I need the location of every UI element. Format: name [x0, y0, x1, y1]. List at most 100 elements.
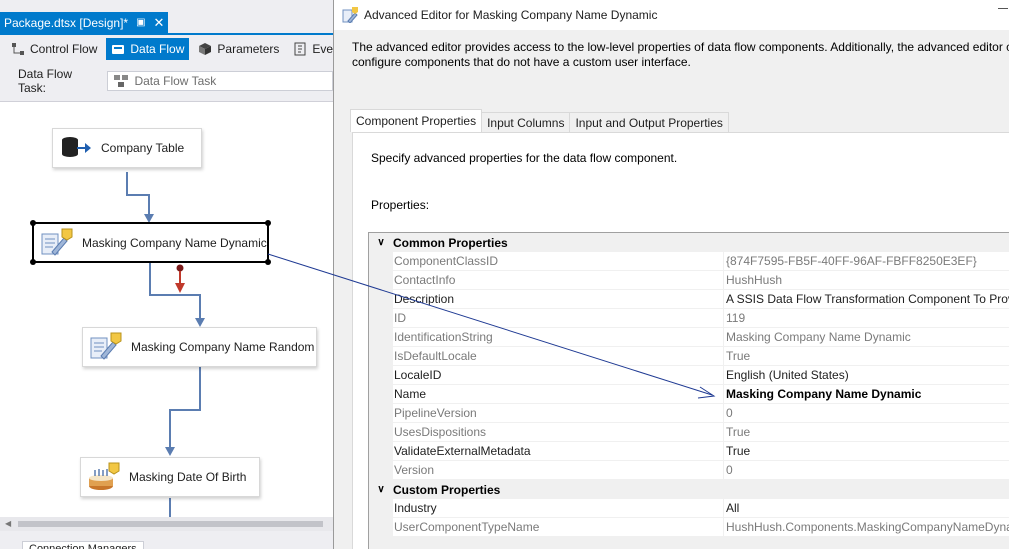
property-row-localeid[interactable]: LocaleID English (United States) — [369, 366, 1009, 385]
property-row-id[interactable]: ID 119 — [369, 309, 1009, 328]
birthday-cake-icon — [89, 462, 120, 490]
intro-line-1: The advanced editor provides access to t… — [352, 40, 1009, 54]
data-flow-task-label: Data Flow Task: — [18, 67, 73, 95]
close-icon[interactable]: ✕ — [154, 15, 165, 31]
scrollbar-thumb[interactable] — [18, 521, 323, 527]
property-row-identificationstring[interactable]: IdentificationString Masking Company Name… — [369, 328, 1009, 347]
property-row-contactinfo[interactable]: ContactInfo HushHush — [369, 271, 1009, 290]
category-custom-properties[interactable]: ∨ Custom Properties — [369, 480, 1009, 499]
document-tab[interactable]: Package.dtsx [Design]* ▣ ✕ — [0, 12, 168, 33]
property-name: UserComponentTypeName — [393, 518, 724, 537]
tab-label: Event — [312, 41, 333, 56]
data-flow-task-value: Data Flow Task — [134, 74, 217, 88]
category-label: Custom Properties — [393, 482, 501, 497]
node-label: Company Table — [101, 141, 185, 155]
property-value[interactable]: A SSIS Data Flow Transformation Componen… — [724, 290, 1009, 309]
tab-event-handlers[interactable]: Event — [288, 38, 333, 60]
horizontal-scrollbar[interactable]: ◀ — [0, 517, 333, 531]
property-row-pipelineversion[interactable]: PipelineVersion 0 — [369, 404, 1009, 423]
error-output-dot — [176, 264, 184, 272]
tab-label: Parameters — [217, 41, 280, 56]
property-name: Industry — [393, 499, 724, 518]
property-name: UsesDispositions — [393, 423, 724, 442]
node-masking-company-name-random[interactable]: Masking Company Name Random — [82, 327, 317, 367]
tab-control-flow[interactable]: Control Flow — [6, 38, 102, 60]
tab-description: Specify advanced properties for the data… — [371, 151, 678, 165]
dialog-title: Advanced Editor for Masking Company Name… — [364, 8, 658, 22]
property-name: ComponentClassID — [393, 252, 724, 271]
control-flow-icon — [12, 42, 24, 55]
tab-input-columns[interactable]: Input Columns — [481, 112, 571, 132]
selection-handle[interactable] — [265, 259, 271, 265]
property-value[interactable]: Masking Company Name Dynamic — [724, 385, 1009, 404]
source-database-icon — [62, 137, 91, 157]
node-masking-company-name-dynamic[interactable]: Masking Company Name Dynamic — [30, 220, 271, 265]
property-row-validateexternalmetadata[interactable]: ValidateExternalMetadata True — [369, 442, 1009, 461]
intro-line-2: configure components that do not have a … — [352, 55, 691, 69]
property-value[interactable]: True — [724, 347, 1009, 366]
property-row-industry[interactable]: Industry All — [369, 499, 1009, 518]
data-flow-task-icon — [114, 75, 129, 87]
design-canvas[interactable]: Company Table Masking Company Name Dynam… — [0, 101, 333, 518]
property-row-isdefaultlocale[interactable]: IsDefaultLocale True — [369, 347, 1009, 366]
script-component-icon — [342, 7, 358, 23]
data-flow-task-row: Data Flow Task: Data Flow Task — [0, 67, 333, 95]
collapse-chevron-icon[interactable]: ∨ — [369, 237, 393, 248]
property-name: LocaleID — [393, 366, 724, 385]
tab-data-flow[interactable]: Data Flow — [106, 37, 190, 60]
property-row-version[interactable]: Version 0 — [369, 461, 1009, 480]
property-row-usesdispositions[interactable]: UsesDispositions True — [369, 423, 1009, 442]
property-row-name[interactable]: Name Masking Company Name Dynamic — [369, 385, 1009, 404]
connection-managers-tab[interactable]: Connection Managers — [22, 541, 144, 549]
minimize-icon[interactable] — [998, 8, 1008, 9]
flow-path-1 — [126, 172, 150, 216]
scroll-left-icon[interactable]: ◀ — [5, 519, 11, 528]
property-grid[interactable]: ∨ Common Properties ComponentClassID {874… — [368, 232, 1009, 549]
property-name: ID — [393, 309, 724, 328]
document-tab-title: Package.dtsx [Design]* — [4, 15, 129, 30]
property-value[interactable]: 0 — [724, 461, 1009, 480]
advanced-editor-dialog: Advanced Editor for Masking Company Name… — [333, 0, 1009, 549]
property-value[interactable]: HushHush.Components.MaskingCompanyNameDy… — [724, 518, 1009, 537]
flow-path-3 — [169, 367, 201, 448]
node-company-table[interactable]: Company Table — [52, 128, 202, 168]
property-value[interactable]: Masking Company Name Dynamic — [724, 328, 1009, 347]
category-common-properties[interactable]: ∨ Common Properties — [369, 233, 1009, 252]
property-name: ContactInfo — [393, 271, 724, 290]
tab-parameters[interactable]: Parameters — [193, 38, 284, 60]
property-value[interactable]: {874F7595-FB5F-40FF-96AF-FBFF8250E3EF} — [724, 252, 1009, 271]
dialog-titlebar: Advanced Editor for Masking Company Name… — [334, 0, 1009, 30]
data-flow-task-select[interactable]: Data Flow Task — [107, 71, 333, 91]
property-value[interactable]: True — [724, 423, 1009, 442]
tab-input-output-properties[interactable]: Input and Output Properties — [569, 112, 729, 132]
component-properties-page: Specify advanced properties for the data… — [352, 132, 1009, 549]
tab-component-properties[interactable]: Component Properties — [350, 109, 483, 132]
property-value[interactable]: 0 — [724, 404, 1009, 423]
data-flow-icon — [112, 44, 125, 54]
property-value[interactable]: All — [724, 499, 1009, 518]
selection-handle[interactable] — [265, 220, 271, 226]
property-value[interactable]: English (United States) — [724, 366, 1009, 385]
property-value[interactable]: True — [724, 442, 1009, 461]
property-name: IsDefaultLocale — [393, 347, 724, 366]
property-row-usercomponenttypename[interactable]: UserComponentTypeName HushHush.Components… — [369, 518, 1009, 537]
flow-arrowhead-3 — [165, 447, 175, 456]
pin-icon[interactable]: ▣ — [136, 17, 145, 28]
script-component-icon — [41, 228, 73, 256]
error-arrowhead — [175, 283, 185, 293]
selection-handle[interactable] — [30, 220, 36, 226]
property-name: Name — [393, 385, 724, 404]
property-name: ValidateExternalMetadata — [393, 442, 724, 461]
property-name: Description — [393, 290, 724, 309]
collapse-chevron-icon[interactable]: ∨ — [369, 484, 393, 495]
tab-label: Data Flow — [130, 41, 185, 56]
property-value[interactable]: 119 — [724, 309, 1009, 328]
property-row-description[interactable]: Description A SSIS Data Flow Transformati… — [369, 290, 1009, 309]
script-component-icon — [90, 332, 122, 360]
property-value[interactable]: HushHush — [724, 271, 1009, 290]
selection-handle[interactable] — [30, 259, 36, 265]
properties-label: Properties: — [371, 198, 430, 212]
node-masking-date-of-birth[interactable]: Masking Date Of Birth — [80, 457, 260, 497]
property-row-componentclassid[interactable]: ComponentClassID {874F7595-FB5F-40FF-96AF… — [369, 252, 1009, 271]
node-label: Masking Date Of Birth — [129, 470, 247, 484]
